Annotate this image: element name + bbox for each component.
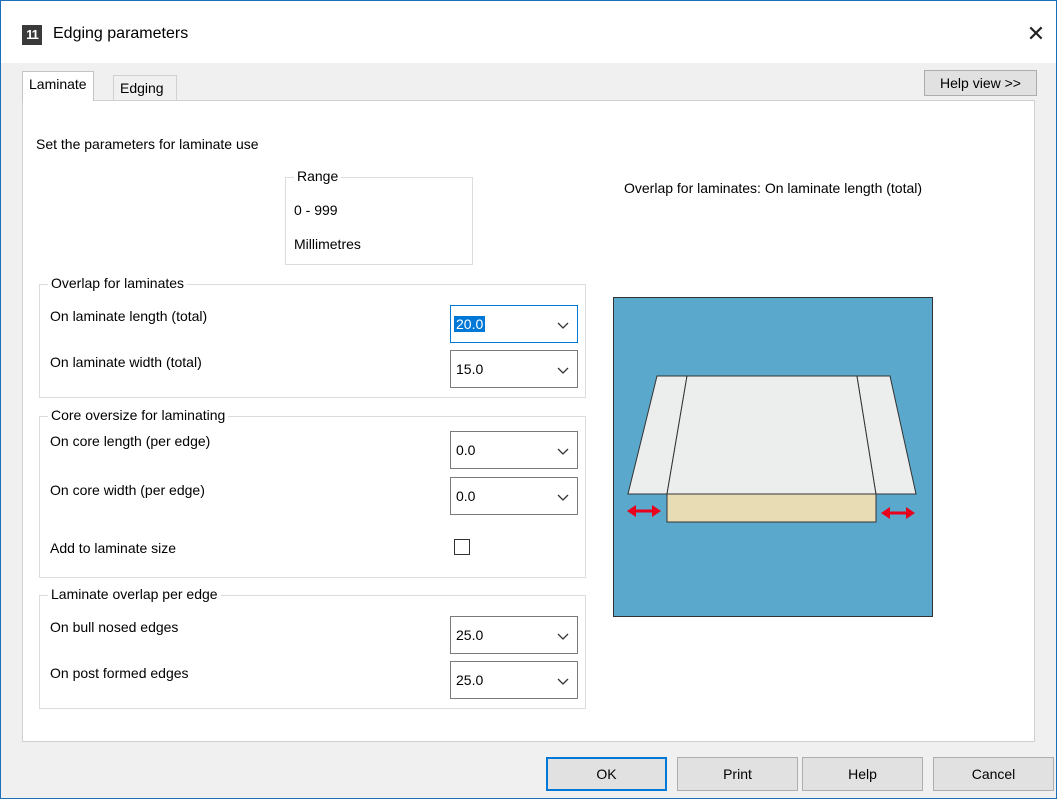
intro-text: Set the parameters for laminate use <box>36 136 259 152</box>
laminate-preview-diagram <box>613 297 933 617</box>
core-width-value[interactable]: 0.0 <box>456 488 475 504</box>
chevron-down-icon[interactable] <box>557 364 569 376</box>
preview-caption: Overlap for laminates: On laminate lengt… <box>624 180 923 196</box>
laminate-top <box>666 375 877 495</box>
laminate-length-label: On laminate length (total) <box>50 308 208 324</box>
laminate-length-value[interactable]: 20.0 <box>454 316 486 332</box>
tab-edging[interactable]: Edging <box>113 75 177 100</box>
range-values: 0 - 999 <box>294 202 338 218</box>
tab-laminate[interactable]: Laminate <box>22 71 94 101</box>
core-length-label: On core length (per edge) <box>50 433 211 449</box>
right-arrow-icon <box>881 507 915 519</box>
print-button[interactable]: Print <box>677 757 798 791</box>
laminate-illustration <box>627 375 917 523</box>
chevron-down-icon[interactable] <box>557 445 569 457</box>
core-width-combo[interactable]: 0.0 <box>450 477 578 515</box>
window-title: Edging parameters <box>53 25 189 42</box>
chevron-down-icon[interactable] <box>557 675 569 687</box>
laminate-length-combo[interactable]: 20.0 <box>450 305 578 343</box>
edge-group-title: Laminate overlap per edge <box>48 586 221 602</box>
help-button[interactable]: Help <box>802 757 923 791</box>
ok-button[interactable]: OK <box>546 757 667 791</box>
range-units: Millimetres <box>294 236 361 252</box>
post-formed-value[interactable]: 25.0 <box>456 672 483 688</box>
core-oversize-group: Core oversize for laminating On core len… <box>39 407 586 578</box>
range-title: Range <box>294 168 342 184</box>
post-formed-combo[interactable]: 25.0 <box>450 661 578 699</box>
bull-nosed-value[interactable]: 25.0 <box>456 627 483 643</box>
dialog-client-area: Laminate Edging Help view >> Set the par… <box>1 63 1056 798</box>
core-board <box>666 493 877 523</box>
cancel-button[interactable]: Cancel <box>933 757 1054 791</box>
edge-overlap-group: Laminate overlap per edge On bull nosed … <box>39 586 586 709</box>
bull-nosed-label: On bull nosed edges <box>50 619 179 635</box>
post-formed-label: On post formed edges <box>50 665 189 681</box>
overlap-group: Overlap for laminates On laminate length… <box>39 275 586 398</box>
laminate-width-value[interactable]: 15.0 <box>456 361 483 377</box>
help-view-button[interactable]: Help view >> <box>924 70 1037 96</box>
laminate-width-combo[interactable]: 15.0 <box>450 350 578 388</box>
bull-nosed-combo[interactable]: 25.0 <box>450 616 578 654</box>
title-bar: 11 Edging parameters ✕ <box>1 1 1056 63</box>
range-group: Range 0 - 999 Millimetres <box>285 168 473 265</box>
laminate-width-label: On laminate width (total) <box>50 354 202 370</box>
core-length-combo[interactable]: 0.0 <box>450 431 578 469</box>
core-width-label: On core width (per edge) <box>50 482 205 498</box>
overlap-group-title: Overlap for laminates <box>48 275 188 291</box>
left-arrow-icon <box>627 505 661 517</box>
chevron-down-icon[interactable] <box>557 319 569 331</box>
core-length-value[interactable]: 0.0 <box>456 442 475 458</box>
close-button[interactable]: ✕ <box>1020 19 1052 49</box>
chevron-down-icon[interactable] <box>557 630 569 642</box>
add-to-laminate-checkbox[interactable] <box>454 539 470 555</box>
core-group-title: Core oversize for laminating <box>48 407 229 423</box>
add-to-laminate-label: Add to laminate size <box>50 540 177 556</box>
chevron-down-icon[interactable] <box>557 491 569 503</box>
app-icon: 11 <box>22 25 42 45</box>
